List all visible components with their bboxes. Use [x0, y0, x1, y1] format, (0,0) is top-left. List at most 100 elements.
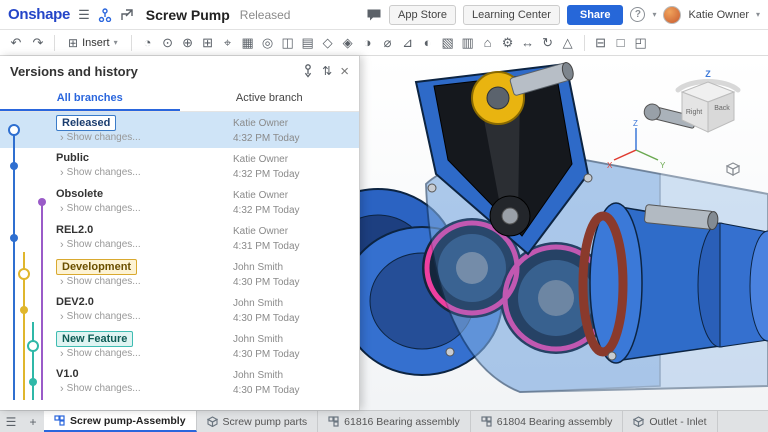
named-views-icon[interactable]: ⌂ — [478, 31, 498, 55]
fastened-mate-icon[interactable]: ⊙ — [158, 31, 178, 55]
interference-icon[interactable]: △ — [558, 31, 578, 55]
version-author: John Smith — [233, 368, 351, 383]
hole-table-icon[interactable]: ⊟ — [591, 31, 611, 55]
tab-61804-bearing-assembly[interactable]: 61804 Bearing assembly — [471, 411, 624, 432]
tab-screw-pump-assembly[interactable]: Screw pump-Assembly — [44, 411, 197, 432]
show-changes-link[interactable]: ›Show changes... — [56, 166, 233, 180]
version-entry-public[interactable]: Public ›Show changes... Katie Owner 4:32… — [0, 148, 359, 184]
display-states-icon[interactable]: ▧ — [438, 31, 458, 55]
version-entry-v1[interactable]: V1.0 ›Show changes... John Smith 4:30 PM… — [0, 364, 359, 400]
user-menu-caret-icon[interactable]: ▾ — [756, 10, 760, 19]
view-cube[interactable]: Z Right Back — [662, 66, 754, 141]
isolate-icon[interactable]: ◰ — [631, 31, 651, 55]
show-changes-link[interactable]: ›Show changes... — [56, 275, 233, 289]
show-changes-link[interactable]: ›Show changes... — [56, 310, 233, 324]
version-name[interactable]: V1.0 — [56, 368, 79, 380]
toolbar-separator — [54, 35, 55, 51]
rotate-icon[interactable]: ↻ — [538, 31, 558, 55]
circular-pattern-icon[interactable]: ◎ — [258, 31, 278, 55]
version-list: Released ›Show changes... Katie Owner 4:… — [0, 112, 359, 410]
group-icon[interactable]: ⊞ — [198, 31, 218, 55]
replicate-icon[interactable]: ▤ — [298, 31, 318, 55]
section-view-icon[interactable]: ◑ — [358, 31, 378, 55]
explode-icon[interactable]: ◇ — [318, 31, 338, 55]
versions-panel: Versions and history ⇅ × All branches Ac… — [0, 56, 360, 410]
show-changes-link[interactable]: ›Show changes... — [56, 238, 233, 252]
document-title: Screw Pump — [146, 7, 230, 23]
version-entry-dev2[interactable]: DEV2.0 ›Show changes... John Smith 4:30 … — [0, 292, 359, 328]
show-changes-link[interactable]: ›Show changes... — [56, 202, 233, 216]
version-author: John Smith — [233, 296, 351, 311]
version-author: Katie Owner — [233, 116, 351, 131]
undo-icon[interactable]: ↶ — [6, 31, 26, 55]
bom-icon[interactable]: ▥ — [458, 31, 478, 55]
tab-61816-bearing-assembly[interactable]: 61816 Bearing assembly — [318, 411, 471, 432]
tab-all-branches[interactable]: All branches — [0, 86, 180, 111]
version-badge[interactable]: Released — [56, 115, 116, 131]
close-panel-icon[interactable]: × — [340, 63, 349, 80]
app-header: Onshape ☰ Screw Pump Released App Store … — [0, 0, 768, 30]
version-entry-released[interactable]: Released ›Show changes... Katie Owner 4:… — [0, 112, 359, 148]
version-time: 4:30 PM Today — [233, 383, 351, 398]
fix-icon[interactable]: ⌖ — [218, 31, 238, 55]
revolute-mate-icon[interactable]: ⊕ — [178, 31, 198, 55]
version-name[interactable]: DEV2.0 — [56, 296, 94, 308]
tab-screw-pump-parts[interactable]: Screw pump parts — [197, 411, 319, 432]
graphics-viewport[interactable]: Z Right Back X Y Z — [360, 56, 768, 410]
version-entry-obsolete[interactable]: Obsolete ›Show changes... Katie Owner 4:… — [0, 184, 359, 220]
learning-center-button[interactable]: Learning Center — [463, 5, 560, 25]
user-name: Katie Owner — [688, 9, 749, 21]
view-modes-cube-icon[interactable] — [726, 162, 740, 176]
show-changes-link[interactable]: ›Show changes... — [56, 382, 233, 396]
version-badge[interactable]: New Feature — [56, 331, 133, 347]
snapshot-icon[interactable]: ◈ — [338, 31, 358, 55]
versions-graph-icon[interactable] — [98, 8, 112, 22]
toolbar-separator — [584, 35, 585, 51]
version-badge[interactable]: Development — [56, 259, 137, 275]
mate-icon[interactable]: ◔ — [138, 31, 158, 55]
tab-manager-icon[interactable]: ☰ — [0, 411, 22, 432]
show-changes-link[interactable]: ›Show changes... — [56, 347, 233, 361]
toolbar-separator — [131, 35, 132, 51]
share-button[interactable]: Share — [567, 5, 624, 25]
onshape-logo[interactable]: Onshape — [8, 6, 70, 23]
help-icon[interactable]: ? — [630, 7, 645, 22]
mass-properties-icon[interactable]: ⊿ — [398, 31, 418, 55]
main-menu-icon[interactable]: ☰ — [78, 7, 90, 23]
add-tab-button[interactable]: + — [22, 411, 44, 432]
document-release-status: Released — [240, 8, 291, 22]
version-name[interactable]: REL2.0 — [56, 224, 93, 236]
header-actions: App Store Learning Center Share ? ▾ Kati… — [366, 5, 760, 25]
chevron-right-icon: › — [60, 382, 64, 396]
configurations-icon[interactable]: ⚙ — [498, 31, 518, 55]
create-version-icon[interactable] — [302, 64, 314, 78]
version-entry-development[interactable]: Development ›Show changes... John Smith … — [0, 256, 359, 292]
version-name[interactable]: Obsolete — [56, 188, 103, 200]
document-tabbar: ☰ + Screw pump-Assembly Screw pump parts… — [0, 410, 768, 432]
linear-pattern-icon[interactable]: ▦ — [238, 31, 258, 55]
compare-icon[interactable]: ⇅ — [322, 64, 332, 78]
show-changes-link[interactable]: ›Show changes... — [56, 131, 233, 145]
comments-icon[interactable] — [366, 8, 382, 22]
measure-icon[interactable]: ⌀ — [378, 31, 398, 55]
appearance-icon[interactable]: ◐ — [418, 31, 438, 55]
assembly-icon — [54, 415, 65, 426]
redo-icon[interactable]: ↷ — [28, 31, 48, 55]
version-time: 4:31 PM Today — [233, 239, 351, 254]
follow-mode-icon[interactable] — [120, 8, 134, 22]
insert-button[interactable]: ⊞ Insert ▾ — [61, 34, 125, 52]
view-options-icon[interactable]: □ — [611, 31, 631, 55]
chevron-right-icon: › — [60, 347, 64, 361]
app-store-button[interactable]: App Store — [389, 5, 456, 25]
insert-icon: ⊞ — [68, 36, 78, 50]
help-menu-caret-icon[interactable]: ▾ — [652, 10, 656, 19]
mirror-icon[interactable]: ◫ — [278, 31, 298, 55]
version-entry-new-feature[interactable]: New Feature ›Show changes... John Smith … — [0, 328, 359, 364]
user-avatar[interactable] — [663, 6, 681, 24]
version-time: 4:32 PM Today — [233, 203, 351, 218]
tab-outlet-inlet[interactable]: Outlet - Inlet — [623, 411, 717, 432]
drag-icon[interactable]: ↔ — [518, 31, 538, 55]
version-entry-rel2[interactable]: REL2.0 ›Show changes... Katie Owner 4:31… — [0, 220, 359, 256]
tab-active-branch[interactable]: Active branch — [180, 86, 360, 111]
version-name[interactable]: Public — [56, 152, 89, 164]
